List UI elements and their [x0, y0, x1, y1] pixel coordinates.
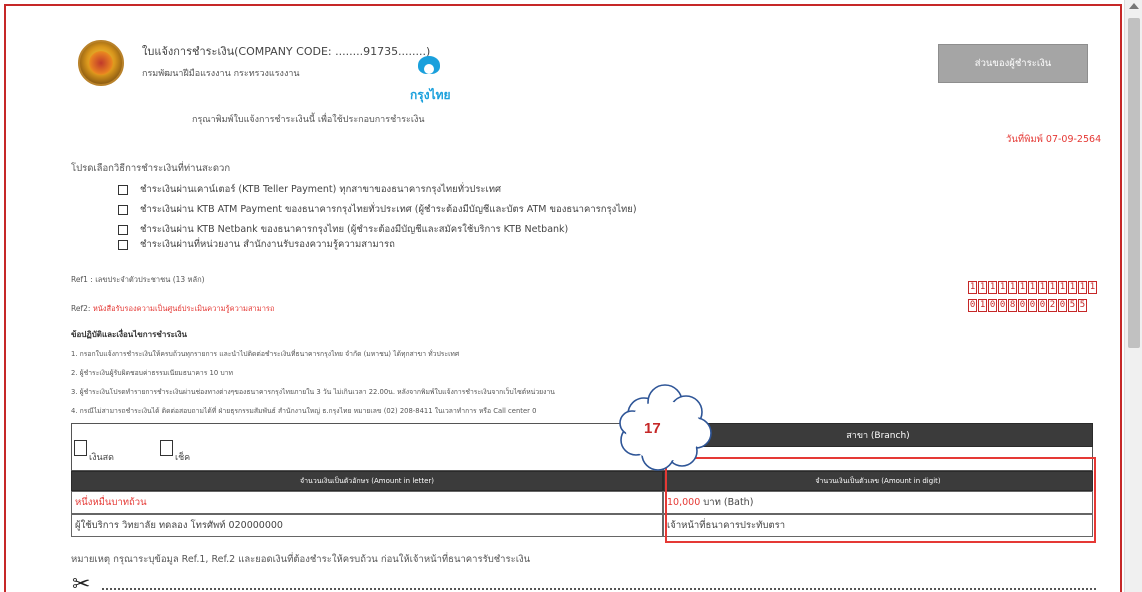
- ref1-digit: 1: [1057, 281, 1068, 294]
- cheque-checkbox[interactable]: [160, 440, 173, 456]
- scroll-up-arrow-icon[interactable]: [1129, 3, 1139, 9]
- ref1-digit: 1: [1037, 281, 1048, 294]
- rule-item: 1. กรอกใบแจ้งการชำระเงินให้ครบถ้วนทุกราย…: [71, 350, 460, 358]
- rule-item: 4. กรณีไม่สามารถชำระเงินได้ ติดต่อสอบถาม…: [71, 407, 537, 415]
- print-date: วันที่พิมพ์ 07-09-2564: [1006, 134, 1102, 145]
- payment-method-label: ชำระเงินผ่าน KTB ATM Payment ของธนาคารกร…: [140, 204, 637, 215]
- amount-letter-value: หนึ่งหมื่นบาทถ้วน: [71, 491, 663, 514]
- ref1-digit-boxes: 1 1 1 1 1 1 1 1 1 1 1 1 1: [968, 281, 1098, 294]
- ref1-label: Ref1 : เลขประจำตัวประชาชน (13 หลัก): [71, 275, 205, 284]
- ref2-label: Ref2: หนังสือรับรองความเป็นศูนย์ประเมินค…: [71, 303, 275, 315]
- ref2-digit: 1: [977, 299, 988, 312]
- payment-method-label: ชำระเงินผ่านที่หน่วยงาน สำนักงานรับรองคว…: [140, 239, 395, 250]
- service-user-info: ผู้ใช้บริการ วิทยาลัย ทดลอง โทรศัพท์ 020…: [71, 514, 663, 537]
- bank-logo-icon: [418, 56, 440, 82]
- ref1-digit: 1: [1007, 281, 1018, 294]
- ref1-digit: 1: [1077, 281, 1088, 294]
- ref1-digit: 1: [997, 281, 1008, 294]
- checkbox[interactable]: [118, 239, 128, 250]
- scroll-thumb[interactable]: [1128, 18, 1140, 348]
- ref1-digit: 1: [1047, 281, 1058, 294]
- print-instruction: กรุณาพิมพ์ใบแจ้งการชำระเงินนี้ เพื่อใช้ป…: [192, 115, 425, 125]
- ref2-digit: 0: [1037, 299, 1048, 312]
- ref1-digit: 1: [1067, 281, 1078, 294]
- cheque-label: เช็ค: [175, 453, 191, 463]
- scissors-icon: ✂: [72, 572, 91, 592]
- rule-item: 3. ผู้ชำระเงินโปรดทำรายการชำระเงินผ่านช่…: [71, 388, 555, 396]
- cloud-shape: [619, 384, 712, 471]
- ref2-digit: 5: [1067, 299, 1078, 312]
- payment-type-cell: เงินสด เช็ค: [71, 423, 663, 471]
- payment-method-atm[interactable]: ชำระเงินผ่าน KTB ATM Payment ของธนาคารกร…: [118, 202, 637, 217]
- payer-part-box: ส่วนของผู้ชำระเงิน: [938, 44, 1088, 83]
- ref2-digit: 0: [1057, 299, 1068, 312]
- cut-line: [102, 588, 1096, 590]
- callout-cloud: 17: [610, 378, 720, 476]
- payment-method-teller[interactable]: ชำระเงินผ่านเคาน์เตอร์ (KTB Teller Payme…: [118, 182, 501, 197]
- checkbox[interactable]: [118, 184, 128, 195]
- ref1-digit: 1: [1087, 281, 1097, 294]
- highlight-box: [665, 457, 1096, 543]
- payment-method-label: ชำระเงินผ่านเคาน์เตอร์ (KTB Teller Payme…: [140, 184, 502, 195]
- ref2-digit: 0: [968, 299, 978, 312]
- ref2-digit: 0: [987, 299, 998, 312]
- payment-methods-title: โปรดเลือกวิธีการชำระเงินที่ท่านสะดวก: [71, 163, 231, 174]
- callout-number: 17: [644, 420, 661, 437]
- ref1-digit: 1: [1027, 281, 1038, 294]
- department-seal-logo: [78, 40, 124, 86]
- checkbox[interactable]: [118, 204, 128, 215]
- rules-title: ข้อปฏิบัติและเงื่อนไขการชำระเงิน: [71, 330, 188, 339]
- vertical-scrollbar[interactable]: [1124, 0, 1142, 592]
- ref2-digit: 0: [1027, 299, 1038, 312]
- ref2-prefix: Ref2:: [71, 304, 93, 313]
- branch-header: สาขา (Branch): [663, 423, 1093, 447]
- ref2-value: หนังสือรับรองความเป็นศูนย์ประเมินความรู้…: [92, 304, 275, 313]
- ref2-digit: 0: [1017, 299, 1028, 312]
- department-name: กรมพัฒนาฝีมือแรงงาน กระทรวงแรงงาน: [142, 69, 300, 79]
- ref1-digit: 1: [977, 281, 988, 294]
- ref2-digit: 2: [1047, 299, 1058, 312]
- ref1-digit: 1: [987, 281, 998, 294]
- payment-method-netbank[interactable]: ชำระเงินผ่าน KTB Netbank ของธนาคารกรุงไท…: [118, 222, 568, 237]
- payment-method-label: ชำระเงินผ่าน KTB Netbank ของธนาคารกรุงไท…: [140, 224, 569, 235]
- amount-letter-header: จำนวนเงินเป็นตัวอักษร (Amount in letter): [71, 471, 663, 491]
- bank-name: กรุงไทย: [410, 88, 451, 102]
- document-frame: ใบแจ้งการชำระเงิน(COMPANY CODE: ........…: [4, 4, 1122, 592]
- ref2-digit: 5: [1077, 299, 1088, 312]
- ref1-digit: 1: [1017, 281, 1028, 294]
- ref1-digit: 1: [968, 281, 978, 294]
- rule-item: 2. ผู้ชำระเงินผู้รับผิดชอบค่าธรรมเนียมธน…: [71, 369, 233, 377]
- checkbox[interactable]: [118, 224, 128, 235]
- ref2-digit: 8: [1007, 299, 1018, 312]
- payment-method-agency[interactable]: ชำระเงินผ่านที่หน่วยงาน สำนักงานรับรองคว…: [118, 237, 395, 252]
- remark-note: หมายเหตุ กรุณาระบุข้อมูล Ref.1, Ref.2 แล…: [71, 554, 531, 565]
- notice-title: ใบแจ้งการชำระเงิน(COMPANY CODE: ........…: [142, 45, 431, 58]
- ref2-digit-boxes: 0 1 0 0 8 0 0 0 2 0 5 5: [968, 299, 1088, 312]
- cash-label: เงินสด: [89, 453, 114, 463]
- ref2-digit: 0: [997, 299, 1008, 312]
- cash-checkbox[interactable]: [74, 440, 87, 456]
